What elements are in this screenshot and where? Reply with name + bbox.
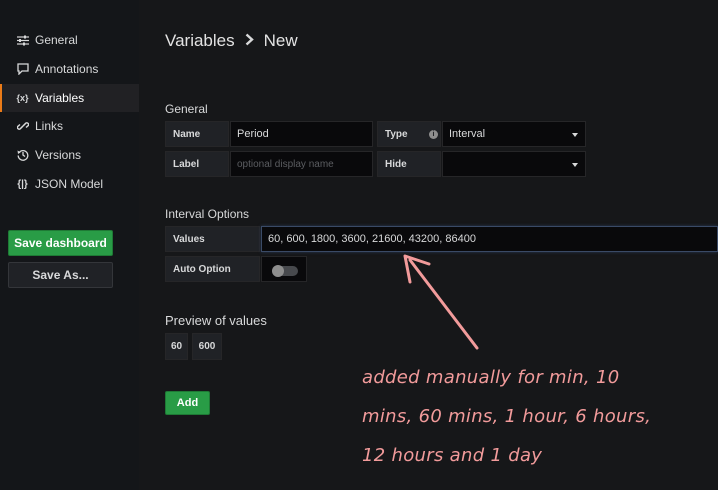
save-as-button[interactable]: Save As...	[8, 262, 113, 288]
breadcrumb-current: New	[263, 31, 298, 50]
label-input[interactable]: optional display name	[230, 151, 373, 177]
type-select[interactable]: Interval	[442, 121, 586, 147]
label-label: Label	[165, 151, 229, 177]
values-label: Values	[165, 226, 260, 252]
sidebar-item-label: General	[35, 33, 78, 47]
type-select-value: Interval	[449, 128, 486, 140]
save-dashboard-button[interactable]: Save dashboard	[8, 230, 113, 256]
general-heading: General	[165, 102, 208, 116]
sidebar-item-general[interactable]: General	[0, 26, 139, 54]
sidebar-item-label: Annotations	[35, 62, 99, 76]
hide-label: Hide	[377, 151, 441, 177]
info-icon[interactable]: i	[429, 130, 438, 139]
annotation-line: mins, 60 mins, 1 hour, 6 hours,	[362, 406, 652, 427]
type-label: Type i	[377, 121, 441, 147]
comment-icon	[16, 63, 29, 76]
variable-editor: Variables New General Name Period Type i…	[139, 0, 718, 490]
add-button[interactable]: Add	[165, 391, 210, 415]
sidebar-item-variables[interactable]: {x} Variables	[0, 84, 139, 112]
history-icon	[16, 149, 29, 162]
annotation-line: added manually for min, 10	[362, 367, 620, 388]
name-input[interactable]: Period	[230, 121, 373, 147]
sidebar-item-versions[interactable]: Versions	[0, 141, 139, 169]
type-label-text: Type	[385, 128, 408, 140]
toggle-knob	[272, 265, 284, 277]
sidebar-item-label: Versions	[35, 148, 82, 162]
breadcrumb: Variables New	[165, 31, 298, 51]
caret-down-icon	[572, 163, 578, 167]
hide-select[interactable]	[442, 151, 586, 177]
code-braces-icon: {|}	[17, 178, 28, 190]
toggle-track	[272, 265, 298, 277]
sidebar-item-label: Variables	[35, 91, 85, 105]
breadcrumb-parent[interactable]: Variables	[165, 31, 235, 51]
values-input[interactable]: 60, 600, 1800, 3600, 21600, 43200, 86400	[261, 226, 718, 252]
settings-sidebar: General Annotations {x} Variables Links …	[0, 0, 139, 490]
sidebar-item-json-model[interactable]: {|} JSON Model	[0, 170, 139, 198]
auto-option-toggle[interactable]	[261, 256, 307, 282]
sidebar-item-label: JSON Model	[35, 177, 104, 191]
chevron-right-icon	[245, 33, 254, 50]
annotation-line: 12 hours and 1 day	[362, 445, 543, 466]
link-icon	[16, 120, 29, 133]
name-label: Name	[165, 121, 229, 147]
sidebar-item-links[interactable]: Links	[0, 112, 139, 140]
sidebar-item-annotations[interactable]: Annotations	[0, 55, 139, 83]
preview-value-chip: 60	[165, 333, 188, 360]
sidebar-item-label: Links	[35, 119, 64, 133]
preview-heading: Preview of values	[165, 313, 267, 328]
preview-value-chip: 600	[192, 333, 222, 360]
variable-braces-icon: {x}	[16, 93, 29, 103]
interval-options-heading: Interval Options	[165, 207, 250, 221]
annotation-note: added manually for min, 10 mins, 60 mins…	[362, 358, 662, 475]
sliders-icon	[16, 34, 29, 47]
caret-down-icon	[572, 133, 578, 137]
auto-option-label: Auto Option	[165, 256, 260, 282]
